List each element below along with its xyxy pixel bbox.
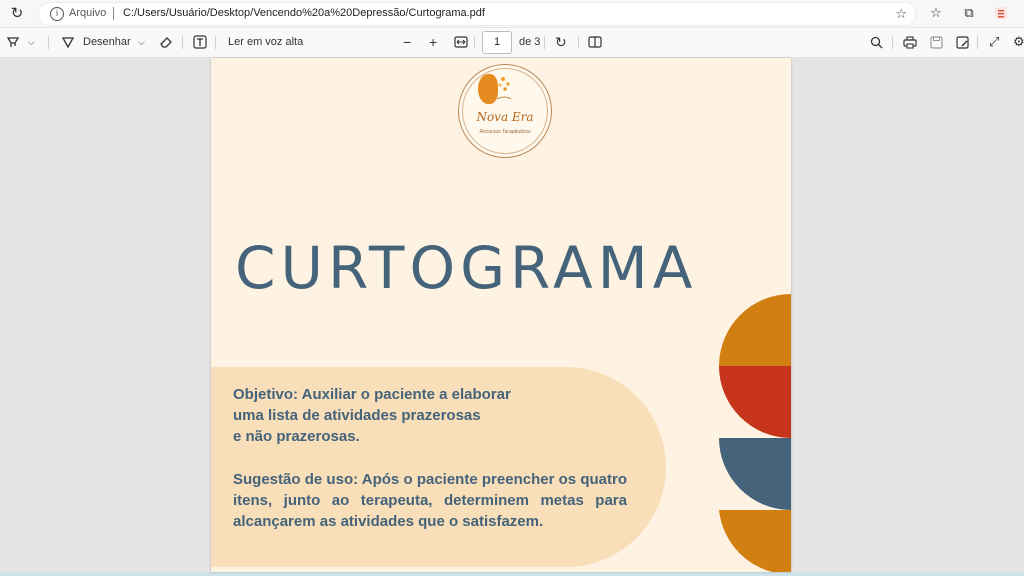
toolbar-divider xyxy=(892,36,893,49)
address-url[interactable]: C:/Users/Usuário/Desktop/Vencendo%20a%20… xyxy=(123,7,485,19)
fit-width-glyph xyxy=(454,36,468,48)
collections-icon[interactable]: ⧉ xyxy=(960,4,978,22)
rotate-icon[interactable]: ↻ xyxy=(555,34,567,50)
toolbar-divider xyxy=(215,36,216,49)
save-icon[interactable] xyxy=(930,34,943,50)
logo-subtitle: Recursos Terapêuticos xyxy=(479,129,531,135)
page-view-glyph xyxy=(588,36,602,48)
extension-logo xyxy=(995,7,1007,19)
objective-text: Objetivo: Auxiliar o paciente a elaborar… xyxy=(233,386,511,445)
orange-quarter-top xyxy=(719,294,791,366)
orange-quarter-bottom xyxy=(719,510,791,572)
reload-icon[interactable]: ↻ xyxy=(9,5,25,22)
toolbar-divider xyxy=(578,36,579,49)
suggestion-text: Sugestão de uso: Após o paciente preench… xyxy=(233,471,627,530)
logo: Nova Era Recursos Terapêuticos xyxy=(458,64,552,158)
draw-dropdown-icon[interactable]: ⌵ xyxy=(138,34,145,50)
save-glyph xyxy=(930,35,943,49)
page-number-input[interactable]: 1 xyxy=(482,31,512,54)
address-bar[interactable]: i Arquivo C:/Users/Usuário/Desktop/Vence… xyxy=(38,2,916,26)
toolbar-divider xyxy=(48,36,49,49)
highlight-glyph xyxy=(6,37,20,47)
fit-width-icon[interactable] xyxy=(454,34,468,50)
pdf-page: Nova Era Recursos Terapêuticos CURTOGRAM… xyxy=(211,58,791,572)
info-icon[interactable]: i xyxy=(50,7,64,21)
address-scheme: Arquivo xyxy=(69,7,107,19)
page-view-icon[interactable] xyxy=(588,34,602,50)
search-glyph xyxy=(870,36,883,48)
logo-name: Nova Era xyxy=(476,110,534,124)
text-glyph xyxy=(193,35,207,49)
address-divider xyxy=(113,7,114,20)
browser-toolbar: ↻ i Arquivo C:/Users/Usuário/Desktop/Ven… xyxy=(0,0,1024,28)
zoom-in-icon[interactable]: + xyxy=(429,34,437,50)
search-icon[interactable] xyxy=(870,34,883,50)
toolbar-divider xyxy=(977,36,978,49)
print-icon[interactable] xyxy=(903,34,917,50)
read-aloud-button[interactable]: Ler em voz alta xyxy=(228,34,303,50)
highlight-dropdown-icon[interactable]: ⌵ xyxy=(28,34,35,50)
favorites-icon[interactable]: ☆ xyxy=(927,4,945,22)
zoom-out-icon[interactable]: − xyxy=(403,34,411,50)
slate-quarter xyxy=(719,438,791,510)
draw-icon[interactable] xyxy=(61,34,75,50)
eraser-glyph xyxy=(160,37,172,48)
bottom-strip xyxy=(0,572,1024,576)
settings-icon[interactable]: ⚙ xyxy=(1013,34,1024,50)
draw-button[interactable]: Desenhar xyxy=(83,34,131,50)
print-glyph xyxy=(903,35,917,49)
fullscreen-icon[interactable]: ⤢ xyxy=(989,34,999,50)
text-icon[interactable] xyxy=(193,34,207,50)
geometric-decoration xyxy=(719,294,791,572)
document-title: CURTOGRAMA xyxy=(235,234,698,302)
toolbar-divider xyxy=(182,36,183,49)
save-as-glyph xyxy=(956,35,969,49)
eraser-icon[interactable] xyxy=(159,34,173,50)
extension-icon[interactable] xyxy=(992,4,1010,22)
toolbar-divider xyxy=(474,36,475,49)
save-as-icon[interactable] xyxy=(956,34,969,50)
toolbar-divider xyxy=(544,36,545,49)
star-plus-icon[interactable]: ☆ xyxy=(895,6,907,22)
pdf-toolbar: ⌵ Desenhar ⌵ Ler em voz alta − + 1 de 3 … xyxy=(0,28,1024,58)
highlight-icon[interactable] xyxy=(6,34,20,50)
draw-glyph xyxy=(61,37,75,49)
page-total: de 3 xyxy=(519,36,541,48)
